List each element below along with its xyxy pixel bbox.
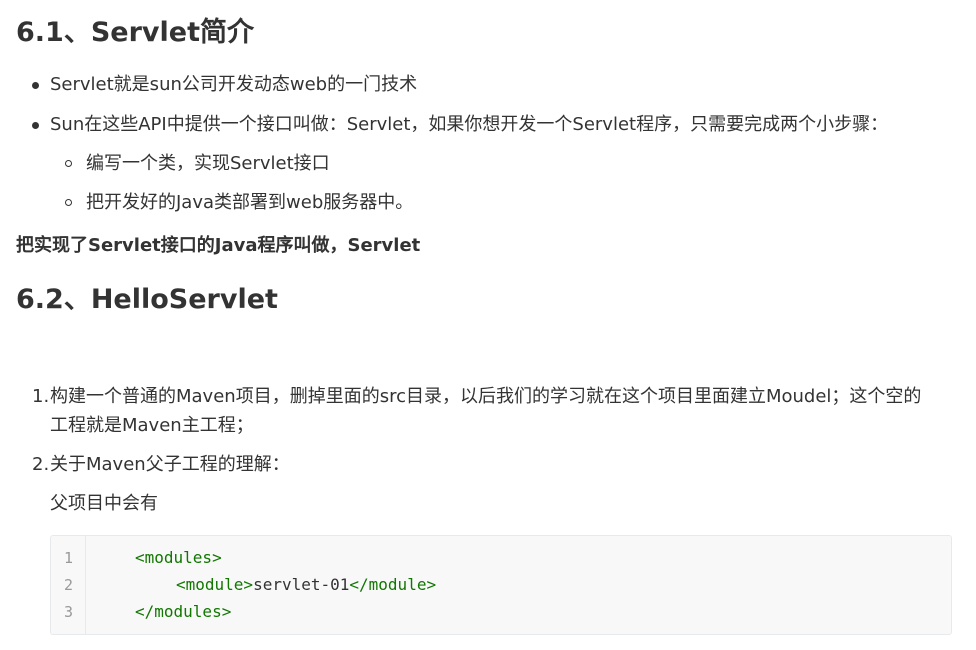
list-item: Sun在这些API中提供一个接口叫做：Servlet，如果你想开发一个Servl… xyxy=(50,114,889,135)
xml-tag: </module> xyxy=(349,575,437,594)
line-number: 3 xyxy=(64,603,74,621)
paragraph: 父项目中会有 xyxy=(50,493,158,514)
line-number: 1 xyxy=(64,549,74,567)
sub-list-item: 编写一个类，实现Servlet接口 xyxy=(86,153,330,174)
ordered-number: 2. xyxy=(32,454,50,475)
xml-tag: <modules> xyxy=(135,548,222,567)
code-text: servlet-01 xyxy=(253,575,350,594)
section-heading-helloservlet: 6.2、HelloServlet xyxy=(16,284,278,315)
code-block[interactable]: 1 2 3 <modules> <module>servlet-01</modu… xyxy=(50,535,952,635)
list-item: Servlet就是sun公司开发动态web的一门技术 xyxy=(50,74,418,95)
xml-tag: </modules> xyxy=(135,602,232,621)
ordered-item-line: 构建一个普通的Maven项目，删掉里面的src目录，以后我们的学习就在这个项目里… xyxy=(50,386,922,407)
circle-bullet-icon xyxy=(65,160,72,167)
ordered-item-line: 工程就是Maven主工程； xyxy=(50,415,254,436)
code-line: <module>servlet-01</module> xyxy=(176,575,436,595)
ordered-item-line: 关于Maven父子工程的理解： xyxy=(50,454,290,475)
bullet-icon xyxy=(32,122,39,129)
line-number-gutter: 1 2 3 xyxy=(51,536,86,634)
document-page: 6.1、Servlet简介 Servlet就是sun公司开发动态web的一门技术… xyxy=(0,0,976,650)
xml-tag: <module> xyxy=(176,575,254,594)
code-line: <modules> xyxy=(135,548,222,568)
bold-note: 把实现了Servlet接口的Java程序叫做，Servlet xyxy=(16,235,421,256)
code-line: </modules> xyxy=(135,602,231,622)
section-heading-servlet-intro: 6.1、Servlet简介 xyxy=(16,17,254,48)
circle-bullet-icon xyxy=(65,199,72,206)
line-number: 2 xyxy=(64,576,74,594)
bullet-icon xyxy=(32,82,39,89)
ordered-number: 1. xyxy=(32,386,50,407)
sub-list-item: 把开发好的Java类部署到web服务器中。 xyxy=(86,192,414,213)
